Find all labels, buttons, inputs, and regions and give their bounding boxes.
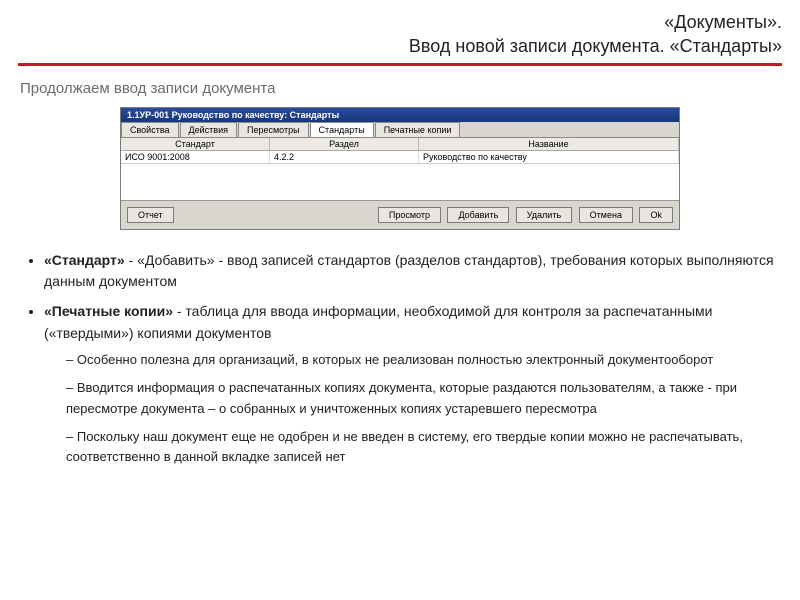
page-title: «Документы». Ввод новой записи документа… xyxy=(18,10,782,59)
footer-left: Отчет xyxy=(127,207,174,223)
sub-bullet: Вводится информация о распечатанных копи… xyxy=(66,378,778,418)
dialog-screenshot: 1.1УР-001 Руководство по качеству: Станд… xyxy=(120,107,680,230)
grid-header: Стандарт Раздел Название xyxy=(121,138,679,151)
dialog-footer: Отчет Просмотр Добавить Удалить Отмена O… xyxy=(121,200,679,229)
bullet-list: «Стандарт» - «Добавить» - ввод записей с… xyxy=(44,250,778,467)
add-button[interactable]: Добавить xyxy=(447,207,509,223)
slide: «Документы». Ввод новой записи документа… xyxy=(0,0,800,600)
dialog-titlebar: 1.1УР-001 Руководство по качеству: Станд… xyxy=(121,108,679,122)
view-button[interactable]: Просмотр xyxy=(378,207,441,223)
sub-bullet: Особенно полезна для организаций, в кото… xyxy=(66,350,778,370)
sub-bullet-list: Особенно полезна для организаций, в кото… xyxy=(66,350,778,467)
bullet-bold: «Печатные копии» xyxy=(44,303,173,319)
delete-button[interactable]: Удалить xyxy=(516,207,572,223)
cancel-button[interactable]: Отмена xyxy=(579,207,633,223)
table-row[interactable]: ИСО 9001:2008 4.2.2 Руководство по качес… xyxy=(121,151,679,164)
bullet-bold: «Стандарт» xyxy=(44,252,125,268)
grid-empty-area xyxy=(121,164,679,200)
col-section: Раздел xyxy=(270,138,419,150)
tab-properties[interactable]: Свойства xyxy=(121,122,179,137)
cell-standard: ИСО 9001:2008 xyxy=(121,151,270,163)
tab-revisions[interactable]: Пересмотры xyxy=(238,122,309,137)
title-rule xyxy=(18,63,782,66)
tab-standards[interactable]: Стандарты xyxy=(310,122,374,137)
footer-right: Просмотр Добавить Удалить Отмена Ok xyxy=(378,207,673,223)
sub-bullet: Поскольку наш документ еще не одобрен и … xyxy=(66,427,778,467)
bullet-standard: «Стандарт» - «Добавить» - ввод записей с… xyxy=(44,250,778,293)
cell-section: 4.2.2 xyxy=(270,151,419,163)
tab-printcopies[interactable]: Печатные копии xyxy=(375,122,461,137)
bullet-printcopies: «Печатные копии» - таблица для ввода инф… xyxy=(44,301,778,467)
dialog-window: 1.1УР-001 Руководство по качеству: Станд… xyxy=(120,107,680,230)
sub-caption: Продолжаем ввод записи документа xyxy=(20,80,782,97)
ok-button[interactable]: Ok xyxy=(639,207,673,223)
col-standard: Стандарт xyxy=(121,138,270,150)
title-line2: Ввод новой записи документа. «Стандарты» xyxy=(409,36,782,56)
dialog-tabs: Свойства Действия Пересмотры Стандарты П… xyxy=(121,122,679,138)
col-name: Название xyxy=(419,138,679,150)
title-line1: «Документы». xyxy=(664,12,782,32)
report-button[interactable]: Отчет xyxy=(127,207,174,223)
tab-actions[interactable]: Действия xyxy=(180,122,237,137)
cell-name: Руководство по качеству xyxy=(419,151,679,163)
bullet-text: - «Добавить» - ввод записей стандартов (… xyxy=(44,252,774,290)
